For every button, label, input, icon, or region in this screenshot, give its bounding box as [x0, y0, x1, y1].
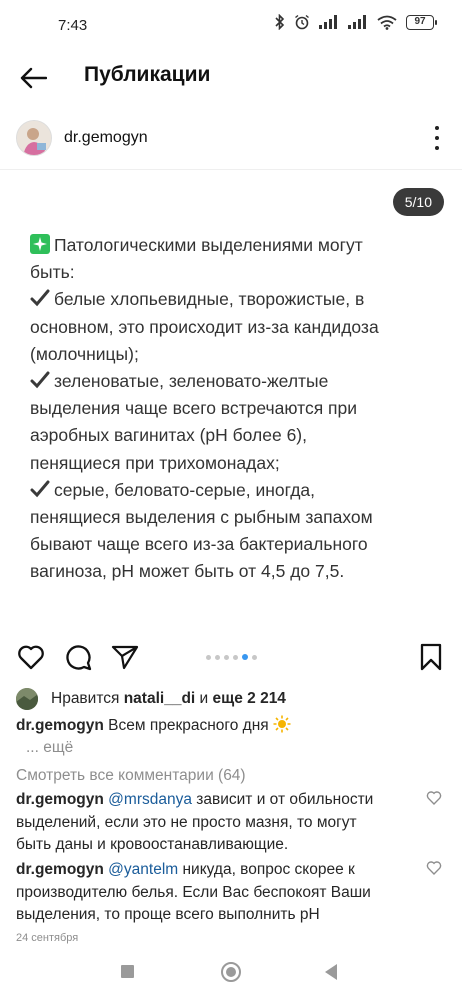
caption: dr.gemogyn Всем прекрасного дня [16, 715, 291, 735]
status-icons: 97 [275, 14, 437, 30]
arrow-left-icon [20, 67, 47, 89]
comment-mention[interactable]: @yantelm [108, 861, 178, 878]
wifi-icon [377, 15, 397, 30]
checkmark-icon [30, 289, 50, 307]
signal-icon [319, 15, 337, 29]
battery-icon: 97 [406, 14, 437, 30]
share-button[interactable] [110, 642, 140, 672]
checkmark-icon [30, 371, 50, 389]
comment-like-icon[interactable] [426, 860, 442, 876]
avatar-image [17, 121, 51, 155]
liker-username[interactable]: natali__di [124, 690, 196, 708]
avatar[interactable] [16, 120, 52, 156]
comment-username[interactable]: dr.gemogyn [16, 861, 104, 878]
carousel-indicator [206, 654, 257, 660]
caption-text: Всем прекрасного дня [108, 717, 269, 734]
comment: dr.gemogyn @yantelm никуда, вопрос скоре… [16, 861, 371, 923]
sun-icon [273, 715, 291, 733]
sparkles-icon [30, 234, 50, 254]
send-icon [111, 645, 139, 670]
signal-icon [348, 15, 366, 29]
bookmark-icon [420, 643, 442, 671]
more-vertical-icon [435, 126, 439, 130]
system-nav-bar [0, 944, 462, 1000]
save-button[interactable] [416, 642, 446, 672]
back-button[interactable] [16, 63, 50, 93]
status-time: 7:43 [58, 17, 88, 34]
caption-more-link[interactable]: ... ещё [26, 739, 73, 757]
comment-like-icon[interactable] [426, 790, 442, 806]
carousel-dot-active [242, 654, 248, 660]
like-button[interactable] [16, 642, 46, 672]
likes-count[interactable]: еще 2 214 [213, 690, 286, 708]
more-options-button[interactable] [432, 126, 442, 150]
carousel-dot [252, 654, 257, 660]
post-username[interactable]: dr.gemogyn [64, 129, 148, 147]
alarm-icon [295, 14, 309, 30]
liker-avatar [16, 688, 38, 710]
comment-button[interactable] [63, 642, 93, 672]
carousel-dot [224, 654, 229, 660]
recents-button[interactable] [121, 965, 134, 978]
view-all-comments[interactable]: Смотреть все комментарии (64) [16, 767, 246, 785]
carousel-dot [233, 654, 238, 660]
comment: dr.gemogyn @mrsdanya зависит и от обильн… [16, 791, 374, 853]
post-header: dr.gemogyn [0, 116, 462, 162]
post-timestamp: 24 сентября [16, 932, 79, 944]
home-button[interactable] [221, 962, 241, 982]
post-actions [0, 638, 462, 678]
likes-row[interactable]: Нравится natali__di и еще 2 214 [16, 687, 286, 711]
app-header: Публикации [0, 52, 462, 104]
page-title: Публикации [84, 63, 211, 86]
post-carousel[interactable]: 5/10 Патологическими выделениями могут б… [0, 170, 462, 630]
carousel-dot [215, 654, 220, 660]
caption-username[interactable]: dr.gemogyn [16, 717, 104, 734]
comment-username[interactable]: dr.gemogyn [16, 791, 104, 808]
bluetooth-icon [275, 14, 285, 30]
status-bar: 7:43 97 [0, 0, 462, 52]
comment-icon [66, 645, 92, 671]
system-back-button[interactable] [325, 964, 337, 980]
checkmark-icon [30, 480, 50, 498]
slide-text: Патологическими выделениями могут быть: … [30, 234, 379, 582]
carousel-dot [206, 654, 211, 660]
carousel-counter: 5/10 [392, 188, 444, 216]
heart-icon [18, 645, 44, 670]
comment-mention[interactable]: @mrsdanya [108, 791, 192, 808]
